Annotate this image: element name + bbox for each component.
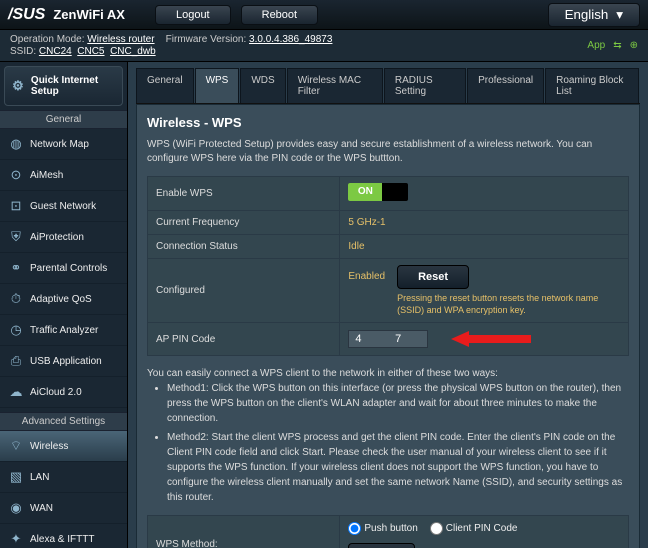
gear-icon: ⚙ [11, 78, 25, 94]
nav-label: Wireless [30, 441, 68, 452]
nav-icon: ⊙ [8, 167, 24, 183]
methods-intro: You can easily connect a WPS client to t… [147, 366, 629, 381]
sidebar-item-usb-application[interactable]: ⎙ USB Application [0, 346, 127, 377]
nav-icon: ⛨ [8, 229, 24, 245]
nav-icon: ☁ [8, 384, 24, 400]
client-pin-radio-input[interactable] [430, 522, 443, 535]
nav-label: WAN [30, 503, 53, 514]
nav-icon: ⚭ [8, 260, 24, 276]
nav-label: Parental Controls [30, 263, 107, 274]
tab-radius-setting[interactable]: RADIUS Setting [384, 68, 466, 103]
general-section-header: General [0, 110, 127, 129]
language-dropdown[interactable]: English ▾ [548, 3, 640, 27]
sidebar-item-aiprotection[interactable]: ⛨ AiProtection [0, 222, 127, 253]
sidebar-item-adaptive-qos[interactable]: ⏱ Adaptive QoS [0, 284, 127, 315]
brand-logo: /SUS [8, 6, 45, 24]
wps-method-label: WPS Method: [148, 516, 340, 548]
sidebar-item-traffic-analyzer[interactable]: ◷ Traffic Analyzer [0, 315, 127, 346]
tab-roaming-block-list[interactable]: Roaming Block List [545, 68, 639, 103]
sidebar-item-lan[interactable]: ▧ LAN [0, 462, 127, 493]
push-button-radio[interactable]: Push button [348, 522, 417, 535]
nav-label: Traffic Analyzer [30, 325, 98, 336]
frequency-label: Current Frequency [148, 211, 340, 235]
reset-hint: Pressing the reset button resets the net… [397, 293, 620, 316]
tab-wds[interactable]: WDS [240, 68, 285, 103]
nav-icon: ◍ [8, 136, 24, 152]
reset-button[interactable]: Reset [397, 265, 469, 289]
fw-link[interactable]: 3.0.0.4.386_49873 [249, 34, 332, 45]
chevron-down-icon: ▾ [616, 7, 623, 23]
ssid-link-3[interactable]: CNC_dwb [110, 46, 156, 57]
tab-wireless-mac-filter[interactable]: Wireless MAC Filter [287, 68, 383, 103]
arrow-annotation-icon [451, 329, 531, 349]
enable-wps-label: Enable WPS [148, 177, 340, 211]
tab-general[interactable]: General [136, 68, 194, 103]
nav-icon: ▧ [8, 469, 24, 485]
nav-label: LAN [30, 472, 49, 483]
sidebar: ⚙ Quick Internet Setup General ◍ Network … [0, 62, 128, 548]
nav-icon: ⌔ [8, 438, 24, 454]
nav-icon: ◷ [8, 322, 24, 338]
page-title: Wireless - WPS [147, 115, 629, 130]
configured-value: Enabled [348, 265, 385, 282]
nav-icon: ✦ [8, 531, 24, 547]
sidebar-item-aimesh[interactable]: ⊙ AiMesh [0, 160, 127, 191]
advanced-section-header: Advanced Settings [0, 412, 127, 431]
pin-code-label: AP PIN Code [148, 323, 340, 356]
nav-icon: ⏱ [8, 291, 24, 307]
frequency-value: 5 GHz-1 [348, 217, 385, 228]
internet-icon[interactable]: ⊕ [630, 40, 638, 51]
connection-status-label: Connection Status [148, 235, 340, 259]
nav-icon: ⊡ [8, 198, 24, 214]
ssid-link-2[interactable]: CNC5 [77, 46, 104, 57]
nav-label: Alexa & IFTTT [30, 534, 94, 545]
nav-label: Network Map [30, 139, 89, 150]
nav-label: Adaptive QoS [30, 294, 92, 305]
nav-label: Guest Network [30, 201, 96, 212]
reboot-button[interactable]: Reboot [241, 5, 318, 25]
sidebar-item-parental-controls[interactable]: ⚭ Parental Controls [0, 253, 127, 284]
usb-icon[interactable]: ⇆ [613, 40, 621, 51]
app-link[interactable]: App [587, 40, 605, 51]
nav-icon: ⎙ [8, 353, 24, 369]
toggle-on-label: ON [348, 183, 382, 201]
nav-icon: ◉ [8, 500, 24, 516]
fw-label: Firmware Version: [166, 34, 247, 45]
qis-label: Quick Internet Setup [31, 75, 116, 97]
op-mode-label: Operation Mode: [10, 34, 85, 45]
configured-label: Configured [148, 259, 340, 323]
logout-button[interactable]: Logout [155, 5, 231, 25]
sidebar-item-wan[interactable]: ◉ WAN [0, 493, 127, 524]
sidebar-item-network-map[interactable]: ◍ Network Map [0, 129, 127, 160]
start-button[interactable]: Start [348, 543, 415, 548]
client-pin-label: Client PIN Code [446, 523, 518, 534]
product-name: ZenWiFi AX [53, 7, 125, 22]
connection-status-value: Idle [348, 241, 364, 252]
push-button-label: Push button [364, 523, 417, 534]
op-mode-link[interactable]: Wireless router [87, 34, 154, 45]
nav-label: AiCloud 2.0 [30, 387, 82, 398]
sidebar-item-guest-network[interactable]: ⊡ Guest Network [0, 191, 127, 222]
info-bar: Operation Mode: Wireless router Firmware… [0, 30, 648, 62]
quick-internet-setup[interactable]: ⚙ Quick Internet Setup [4, 66, 123, 106]
wps-intro: WPS (WiFi Protected Setup) provides easy… [147, 138, 629, 166]
client-pin-radio[interactable]: Client PIN Code [430, 522, 518, 535]
tab-professional[interactable]: Professional [467, 68, 544, 103]
sidebar-item-wireless[interactable]: ⌔ Wireless [0, 431, 127, 462]
method2-text: Method2: Start the client WPS process an… [167, 430, 629, 505]
language-label: English [565, 7, 609, 22]
ssid-link-1[interactable]: CNC24 [39, 46, 72, 57]
nav-label: USB Application [30, 356, 102, 367]
nav-label: AiProtection [30, 232, 84, 243]
push-button-radio-input[interactable] [348, 522, 361, 535]
pin-code-input[interactable] [348, 330, 428, 348]
nav-label: AiMesh [30, 170, 63, 181]
sidebar-item-alexa-ifttt[interactable]: ✦ Alexa & IFTTT [0, 524, 127, 548]
method1-text: Method1: Click the WPS button on this in… [167, 381, 629, 426]
tab-wps[interactable]: WPS [195, 68, 240, 103]
sidebar-item-aicloud-2.0[interactable]: ☁ AiCloud 2.0 [0, 377, 127, 408]
ssid-label: SSID: [10, 46, 36, 57]
enable-wps-toggle[interactable]: ON [348, 183, 408, 201]
